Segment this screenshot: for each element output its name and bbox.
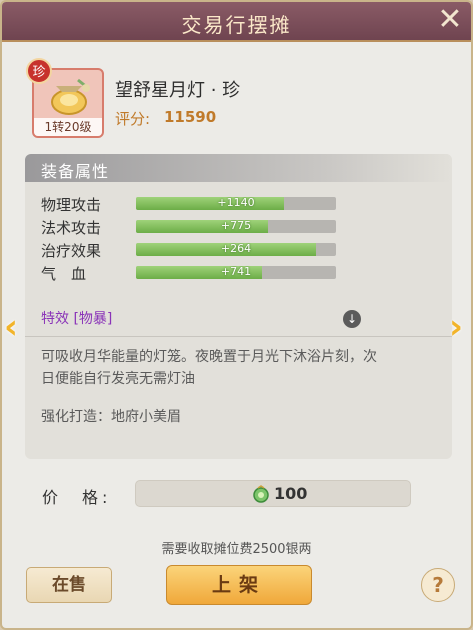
stat-row-magic-attack: 法术攻击 +775 — [41, 217, 341, 237]
price-value: 100 — [274, 484, 308, 503]
attributes-panel: 装备属性 物理攻击 +1140 法术攻击 +775 治疗效果 +264 气 血 — [25, 154, 452, 459]
help-icon[interactable]: ? — [421, 568, 455, 602]
attributes-header: 装备属性 — [25, 154, 452, 182]
stat-label: 法术攻击 — [41, 219, 102, 237]
stat-value: +264 — [220, 243, 252, 255]
score-label: 评分: — [115, 110, 151, 128]
item-description: 可吸收月华能量的灯笼。夜晚置于月光下沐浴片刻，次日便能自行发亮无需灯油 — [41, 349, 377, 387]
stat-bar: +264 — [136, 243, 336, 256]
stat-value: +775 — [220, 220, 252, 232]
jade-coin-icon — [253, 485, 269, 503]
stat-bar: +741 — [136, 266, 336, 279]
stat-value: +1140 — [217, 197, 255, 209]
stat-bar: +1140 — [136, 197, 336, 210]
title-bar: 交易行摆摊 ✕ — [2, 2, 471, 42]
stall-fee-note: 需要收取摊位费2500银两 — [161, 542, 312, 557]
expand-down-icon[interactable]: ↓ — [343, 310, 361, 328]
stat-value: +741 — [220, 266, 252, 278]
forge-info: 强化打造：地府小美眉 — [41, 409, 181, 425]
stat-label: 气 血 — [41, 265, 87, 283]
stat-row-healing: 治疗效果 +264 — [41, 240, 341, 260]
stat-row-physical-attack: 物理攻击 +1140 — [41, 194, 341, 214]
lantern-icon — [51, 78, 90, 115]
attributes-title: 装备属性 — [41, 162, 110, 181]
special-effect-link[interactable]: 特效 [物暴] — [41, 308, 112, 328]
price-input[interactable]: 100 — [135, 480, 411, 507]
stat-label: 物理攻击 — [41, 196, 102, 214]
item-name: 望舒星月灯 · 珍 — [115, 80, 241, 101]
score-value: 11590 — [164, 108, 217, 126]
prev-item-arrow-icon[interactable]: ‹ — [4, 308, 26, 348]
divider — [25, 336, 452, 337]
price-label: 价 格: — [42, 488, 112, 507]
rarity-badge: 珍 — [26, 58, 52, 84]
window-title: 交易行摆摊 — [181, 13, 292, 37]
item-level-tag: 1转20级 — [34, 118, 102, 136]
trade-stall-panel: 交易行摆摊 ✕ 1转20级 珍 望舒星月灯 · 珍 评分: 11590 装备属性… — [0, 0, 473, 630]
shelve-button[interactable]: 上架 — [166, 565, 312, 605]
stat-label: 治疗效果 — [41, 242, 102, 260]
close-icon[interactable]: ✕ — [435, 5, 465, 36]
next-item-arrow-icon[interactable]: › — [449, 308, 471, 348]
on-sale-button[interactable]: 在售 — [26, 567, 112, 603]
stat-row-hp: 气 血 +741 — [41, 263, 341, 283]
stat-bar: +775 — [136, 220, 336, 233]
